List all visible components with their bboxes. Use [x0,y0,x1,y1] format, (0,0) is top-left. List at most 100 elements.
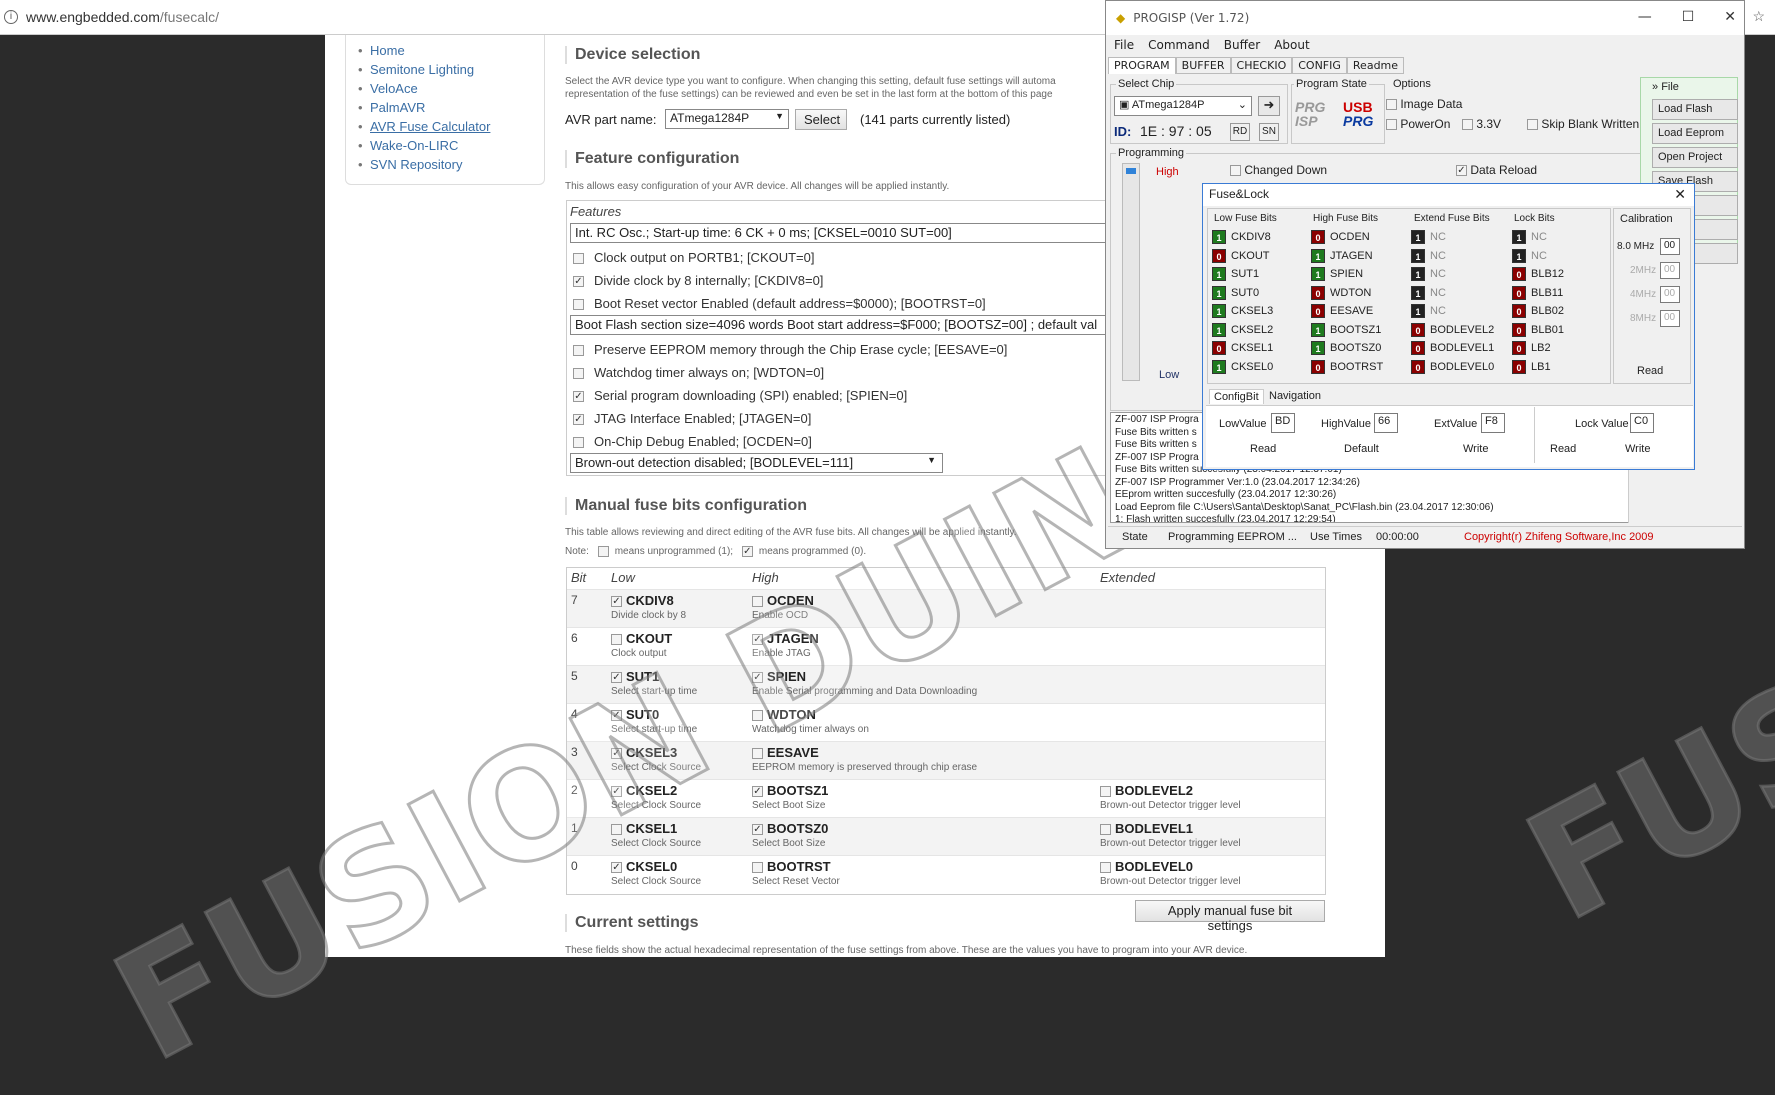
fuse-checkbox[interactable]: ✓ [752,824,763,836]
fuse-checkbox[interactable] [611,824,622,836]
select-button[interactable]: Select [795,109,847,130]
tab-configbit[interactable]: ConfigBit [1209,389,1264,404]
bod-select[interactable]: Brown-out detection disabled; [BODLEVEL=… [570,453,943,473]
fuse-bit-ext[interactable]: 0 BODLEVEL2 [1411,322,1494,341]
fuse-bit-led[interactable]: 0 [1512,341,1526,355]
fuse-bit-led[interactable]: 0 [1212,248,1226,263]
fuse-bit-high[interactable]: 1 JTAGEN [1311,248,1373,267]
fuse-bit-led[interactable]: 1 [1212,285,1226,300]
feature-checkbox[interactable]: ✓ [573,414,584,426]
feature-option[interactable]: ✓ JTAG Interface Enabled; [JTAGEN=0] [573,411,811,426]
fuse-bit-led[interactable]: 0 [1512,304,1526,318]
fuse-checkbox[interactable]: ✓ [611,748,622,760]
feature-option[interactable]: Boot Reset vector Enabled (default addre… [573,296,986,311]
fuse-checkbox[interactable] [1100,824,1111,836]
fuse-bit-ext[interactable]: 0 BODLEVEL1 [1411,341,1494,359]
slider-thumb[interactable] [1126,168,1136,174]
minimize-icon[interactable]: — [1638,9,1652,25]
fuse-checkbox[interactable] [752,596,763,608]
tab-readme[interactable]: Readme [1346,57,1405,74]
fuse-bit-led[interactable]: 0 [1311,285,1325,300]
changed-down-checkbox[interactable] [1230,165,1241,177]
fuse-bit-ext[interactable]: 1 NC [1411,267,1446,285]
sidenav-item[interactable]: PalmAVR [356,98,534,117]
fuse-cell-low[interactable]: ✓ CKDIV8 Divide clock by 8 [611,593,686,621]
feature-option[interactable]: Watchdog timer always on; [WDTON=0] [573,365,824,380]
fuse-checkbox[interactable] [752,862,763,874]
fuse-bit-led[interactable]: 1 [1212,267,1226,281]
fuse-cell-high[interactable]: EESAVE EEPROM memory is preserved through… [752,745,977,773]
fuse-bit-low[interactable]: 1 CKDIV8 [1212,230,1271,248]
fuse-bit-led[interactable]: 1 [1311,341,1325,355]
feature-option[interactable]: ✓ Serial program downloading (SPI) enable… [573,388,907,403]
ext-value-input[interactable]: F8 [1481,413,1505,433]
fuse-checkbox[interactable]: ✓ [752,634,763,646]
sidenav-item[interactable]: Semitone Lighting [356,60,534,79]
tab-checkio[interactable]: CHECKIO [1230,57,1293,74]
fuse-checkbox[interactable] [1100,862,1111,874]
apply-fuse-button[interactable]: Apply manual fuse bit settings [1135,900,1325,933]
fuse-bit-high[interactable]: 0 EESAVE [1311,304,1373,322]
opt-image-checkbox[interactable] [1386,99,1397,111]
fuse-bit-lock[interactable]: 0 BLB01 [1512,322,1564,341]
fuse-cell-low[interactable]: CKOUT Clock output [611,631,672,659]
side-file-header[interactable]: » File [1652,81,1679,93]
fuse-bit-lock[interactable]: 0 LB2 [1512,341,1551,359]
fuse-bit-high[interactable]: 1 BOOTSZ1 [1311,322,1381,341]
fuse-checkbox[interactable] [1100,786,1111,798]
fuse-checkbox[interactable]: ✓ [611,786,622,798]
fuse-bit-led[interactable]: 0 [1411,322,1425,337]
fuse-cell-low[interactable]: ✓ CKSEL2 Select Clock Source [611,783,701,811]
fuse-bit-led[interactable]: 0 [1311,359,1325,374]
fuse-bit-low[interactable]: 1 CKSEL2 [1212,322,1273,341]
info-icon[interactable]: i [4,10,18,24]
sn-button[interactable]: SN [1259,123,1279,141]
fuse-bit-led[interactable]: 0 [1512,285,1526,300]
lock-read-button[interactable]: Read [1550,443,1576,455]
fuse-bit-low[interactable]: 0 CKOUT [1212,248,1270,267]
fuse-cell-low[interactable]: CKSEL1 Select Clock Source [611,821,701,849]
high-value-input[interactable]: 66 [1374,413,1398,433]
fuse-cell-ext[interactable]: BODLEVEL0 Brown-out Detector trigger leve… [1100,859,1241,887]
fuse-bit-led[interactable]: 1 [1411,248,1425,263]
fuse-cell-high[interactable]: ✓ JTAGEN Enable JTAG [752,631,819,659]
arrow-right-icon[interactable]: ➜ [1258,96,1280,116]
feature-checkbox[interactable]: ✓ [573,391,584,403]
fuse-bit-high[interactable]: 1 SPIEN [1311,267,1363,285]
feature-checkbox[interactable] [573,368,584,380]
fuse-read-button[interactable]: Read [1250,443,1276,455]
fuse-cell-low[interactable]: ✓ SUT0 Select start-up time [611,707,697,735]
side-button[interactable]: Open Project [1652,147,1738,168]
fuse-bit-led[interactable]: 0 [1311,230,1325,244]
data-reload-checkbox[interactable]: ✓ [1456,165,1467,177]
sidenav-item[interactable]: AVR Fuse Calculator [356,117,534,136]
feature-option[interactable]: Clock output on PORTB1; [CKOUT=0] [573,250,815,265]
boot-size-select[interactable]: Boot Flash section size=4096 words Boot … [570,315,1106,335]
opt-33v-checkbox[interactable] [1462,119,1473,131]
opt-poweron-checkbox[interactable] [1386,119,1397,131]
fuse-cell-high[interactable]: ✓ BOOTSZ1 Select Boot Size [752,783,828,811]
side-button[interactable]: Load Eeprom [1652,123,1738,144]
feature-checkbox[interactable] [573,299,584,311]
feature-checkbox[interactable]: ✓ [573,276,584,288]
fuse-bit-led[interactable]: 1 [1311,248,1325,263]
fuse-checkbox[interactable]: ✓ [752,672,763,684]
fuse-bit-led[interactable]: 0 [1512,322,1526,337]
fuse-write-button[interactable]: Write [1463,443,1488,455]
cal-input[interactable]: 00 [1660,310,1680,327]
fuse-bit-low[interactable]: 1 CKSEL3 [1212,304,1273,322]
menu-buffer[interactable]: Buffer [1224,38,1260,52]
fuse-bit-high[interactable]: 0 OCDEN [1311,230,1370,248]
sidenav-item[interactable]: Home [356,41,534,60]
lock-value-input[interactable]: C0 [1630,413,1654,433]
rd-button[interactable]: RD [1230,123,1250,141]
fuse-bit-led[interactable]: 0 [1212,341,1226,355]
maximize-icon[interactable]: ☐ [1682,9,1695,25]
fuse-bit-lock[interactable]: 0 BLB02 [1512,304,1564,322]
fuse-cell-high[interactable]: OCDEN Enable OCD [752,593,814,621]
lock-write-button[interactable]: Write [1625,443,1650,455]
fuse-bit-lock[interactable]: 0 LB1 [1512,359,1551,378]
fuse-bit-led[interactable]: 1 [1411,267,1425,281]
fuse-bit-low[interactable]: 0 CKSEL1 [1212,341,1273,359]
menu-file[interactable]: File [1114,38,1134,52]
